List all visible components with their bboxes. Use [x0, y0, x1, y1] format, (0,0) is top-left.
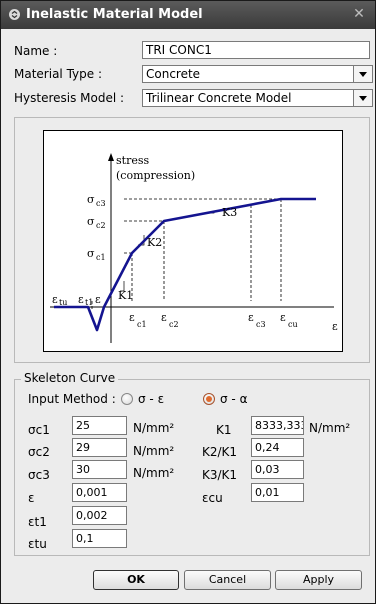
- eps-c2-symbol: ε: [161, 311, 167, 324]
- eps-cu-label: εcu: [202, 491, 223, 505]
- sigma-c3-input[interactable]: 30: [72, 460, 127, 479]
- radio-sigma-epsilon[interactable]: [121, 393, 133, 405]
- eps-symbol: ε: [95, 293, 101, 306]
- chevron-circle-icon[interactable]: [9, 9, 20, 20]
- eps-c3-symbol: ε: [248, 311, 254, 324]
- k2k1-label: K2/K1: [202, 445, 238, 459]
- sigma-c1-input[interactable]: 25: [72, 416, 127, 435]
- material-type-label: Material Type :: [14, 67, 102, 81]
- eps-c2-sub: c2: [169, 320, 179, 329]
- eps-cu-sub: cu: [288, 320, 298, 329]
- sigma-c3-sub: c3: [96, 199, 106, 208]
- sigma-c2-unit: N/mm²: [133, 444, 175, 458]
- sigma-c2-sub: c2: [96, 221, 106, 230]
- cancel-button[interactable]: Cancel: [184, 570, 271, 590]
- eps-c1-sub: c1: [137, 320, 147, 329]
- eps-tu-label: εtu: [28, 537, 47, 551]
- eps-cu-symbol: ε: [280, 311, 286, 324]
- close-icon[interactable]: ✕: [351, 6, 367, 22]
- sigma-c1-symbol: σ: [87, 247, 95, 260]
- k3k1-label: K3/K1: [202, 468, 238, 482]
- trilinear-diagram: stress (compression) σ c3 σ c2 σ c1 K2 K…: [43, 130, 343, 352]
- ok-button[interactable]: OK: [93, 570, 179, 590]
- hysteresis-model-select[interactable]: Trilinear Concrete Model: [142, 89, 373, 107]
- eps-c3-sub: c3: [256, 320, 266, 329]
- material-type-select[interactable]: Concrete: [142, 65, 373, 83]
- k1-label: K1: [216, 423, 232, 437]
- k1-input[interactable]: 8333,3333: [251, 416, 304, 435]
- k2k1-input[interactable]: 0,24: [251, 438, 304, 457]
- title-bar[interactable]: Inelastic Material Model ✕: [1, 1, 375, 29]
- stress-label: stress: [116, 154, 149, 167]
- hysteresis-model-label: Hysteresis Model :: [14, 91, 125, 105]
- material-type-value: Concrete: [146, 67, 201, 81]
- radio-sigma-epsilon-label: σ - ε: [138, 392, 165, 406]
- hysteresis-model-value: Trilinear Concrete Model: [146, 91, 292, 105]
- radio-sigma-alpha[interactable]: [203, 393, 215, 405]
- compression-label: (compression): [116, 169, 195, 182]
- eps-t1-symbol: ε: [78, 293, 84, 306]
- sigma-c2-input[interactable]: 29: [72, 438, 127, 457]
- k1-label: K1: [118, 289, 133, 302]
- k3-label: K3: [222, 206, 237, 219]
- name-label: Name :: [14, 44, 58, 58]
- epsilon-input[interactable]: 0,001: [72, 483, 127, 502]
- eps-c1-symbol: ε: [129, 311, 135, 324]
- dialog-window: Inelastic Material Model ✕ Name : TRI CO…: [0, 0, 376, 604]
- eps-tu-sub: tu: [59, 298, 67, 307]
- sigma-c1-sub: c1: [96, 253, 106, 262]
- diagram-panel: stress (compression) σ c3 σ c2 σ c1 K2 K…: [14, 117, 370, 363]
- name-input[interactable]: TRI CONC1: [142, 41, 370, 59]
- k3k1-input[interactable]: 0,03: [251, 460, 304, 479]
- sigma-c3-label: σc3: [28, 468, 50, 482]
- k1-unit: N/mm²: [309, 421, 351, 435]
- eps-t1-input[interactable]: 0,002: [72, 506, 127, 525]
- skeleton-curve-title: Skeleton Curve: [21, 371, 119, 385]
- epsilon-label: ε: [28, 491, 35, 505]
- eps-tu-input[interactable]: 0,1: [72, 529, 127, 548]
- sigma-c3-unit: N/mm²: [133, 466, 175, 480]
- radio-sigma-alpha-label: σ - α: [220, 392, 248, 406]
- diagram-svg: stress (compression) σ c3 σ c2 σ c1 K2 K…: [50, 153, 338, 343]
- k2-label: K2: [147, 236, 162, 249]
- sigma-c1-unit: N/mm²: [133, 421, 175, 435]
- sigma-c2-symbol: σ: [87, 215, 95, 228]
- sigma-c3-symbol: σ: [87, 193, 95, 206]
- sigma-c1-label: σc1: [28, 423, 50, 437]
- window-title: Inelastic Material Model: [26, 7, 203, 22]
- input-method-label: Input Method :: [28, 392, 116, 406]
- eps-t1-label: εt1: [28, 515, 47, 529]
- apply-button[interactable]: Apply: [275, 570, 362, 590]
- eps-cu-input[interactable]: 0,01: [251, 483, 304, 502]
- sigma-c2-label: σc2: [28, 445, 50, 459]
- eps-tu-symbol: ε: [52, 293, 58, 306]
- strain-axis-label: ε: [332, 320, 338, 333]
- eps-t1-sub: t1: [85, 298, 93, 307]
- chevron-down-icon[interactable]: [353, 90, 372, 106]
- stress-axis-arrow: [108, 153, 114, 161]
- chevron-down-icon[interactable]: [353, 66, 372, 82]
